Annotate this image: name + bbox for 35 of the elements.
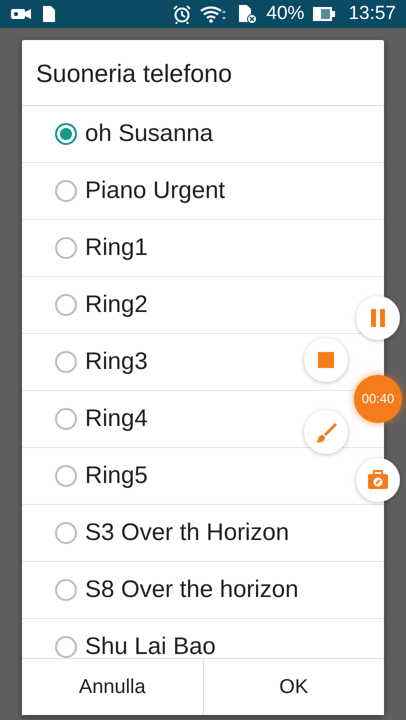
radio-button[interactable] — [55, 123, 77, 145]
radio-button[interactable] — [55, 180, 77, 202]
battery-percentage: 40% — [266, 2, 304, 26]
clock-time: 13:57 — [348, 2, 396, 26]
radio-button[interactable] — [55, 294, 77, 316]
toolbox-icon — [367, 470, 389, 490]
pause-button[interactable] — [356, 296, 400, 340]
brush-icon — [315, 421, 337, 443]
dialog-title: Suoneria telefono — [22, 40, 384, 106]
ringtone-label[interactable]: Ring3 — [85, 344, 148, 380]
ringtone-label[interactable]: Ring5 — [85, 458, 148, 494]
video-camera-icon — [10, 6, 32, 22]
radio-button[interactable] — [55, 237, 77, 259]
sd-card-error-icon — [236, 4, 258, 24]
radio-button[interactable] — [55, 408, 77, 430]
ringtone-label[interactable]: Ring2 — [85, 287, 148, 323]
ringtone-label[interactable]: S3 Over th Horizon — [85, 515, 290, 551]
stop-icon — [318, 352, 334, 368]
radio-button[interactable] — [55, 522, 77, 544]
radio-button[interactable] — [55, 579, 77, 601]
radio-button[interactable] — [55, 465, 77, 487]
sd-card-icon — [40, 5, 56, 23]
wifi-icon — [200, 4, 228, 24]
battery-icon — [312, 5, 336, 23]
cancel-button[interactable]: Annulla — [22, 659, 202, 715]
pause-icon — [370, 308, 386, 328]
ringtone-label[interactable]: Ring1 — [85, 230, 148, 266]
alarm-clock-icon — [172, 4, 192, 24]
radio-button[interactable] — [55, 351, 77, 373]
ringtone-label[interactable]: S8 Over the horizon — [85, 572, 298, 608]
ringtone-label[interactable]: Shu Lai Bao — [85, 629, 216, 658]
ringtone-label[interactable]: oh Susanna — [85, 116, 214, 152]
ringtone-label[interactable]: Ring4 — [85, 401, 148, 437]
ringtone-label[interactable]: Piano Urgent — [85, 173, 226, 209]
ok-button[interactable]: OK — [202, 659, 384, 715]
